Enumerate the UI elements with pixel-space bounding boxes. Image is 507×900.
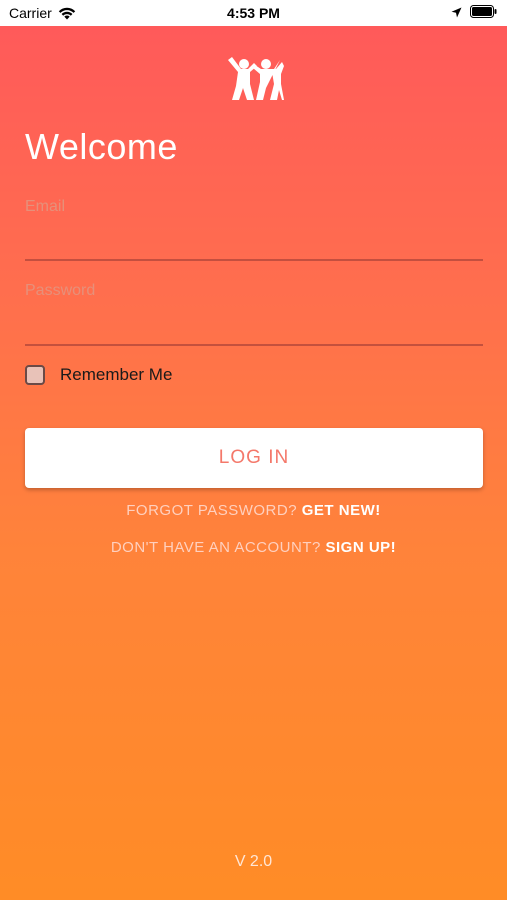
status-time: 4:53 PM bbox=[227, 5, 280, 21]
get-new-password-link[interactable]: GET NEW! bbox=[302, 502, 381, 519]
location-arrow-icon bbox=[451, 5, 462, 23]
forgot-password-row: FORGOT PASSWORD? GET NEW! bbox=[0, 502, 507, 519]
signup-row: DON'T HAVE AN ACCOUNT? SIGN UP! bbox=[0, 539, 507, 556]
password-label: Password bbox=[25, 282, 96, 299]
email-field[interactable] bbox=[25, 226, 483, 256]
signup-prompt: DON'T HAVE AN ACCOUNT? bbox=[110, 539, 321, 556]
two-children-logo-icon bbox=[224, 56, 284, 104]
password-underline bbox=[25, 344, 483, 346]
remember-me-label: Remember Me bbox=[60, 365, 173, 384]
version-label: V 2.0 bbox=[234, 853, 273, 870]
remember-me-row[interactable]: Remember Me bbox=[25, 365, 172, 385]
login-screen: Welcome Email Password Remember Me LOG I… bbox=[0, 26, 507, 900]
email-label: Email bbox=[25, 198, 66, 215]
login-button[interactable]: LOG IN bbox=[25, 428, 483, 488]
status-right bbox=[451, 5, 497, 23]
email-underline bbox=[25, 259, 483, 261]
remember-me-checkbox[interactable] bbox=[25, 365, 45, 385]
password-field[interactable] bbox=[25, 310, 483, 340]
forgot-password-prompt: FORGOT PASSWORD? bbox=[126, 502, 298, 519]
status-bar: Carrier 4:53 PM bbox=[0, 0, 507, 26]
battery-icon bbox=[470, 5, 497, 23]
sign-up-link[interactable]: SIGN UP! bbox=[326, 539, 397, 556]
page-title: Welcome bbox=[25, 126, 178, 167]
